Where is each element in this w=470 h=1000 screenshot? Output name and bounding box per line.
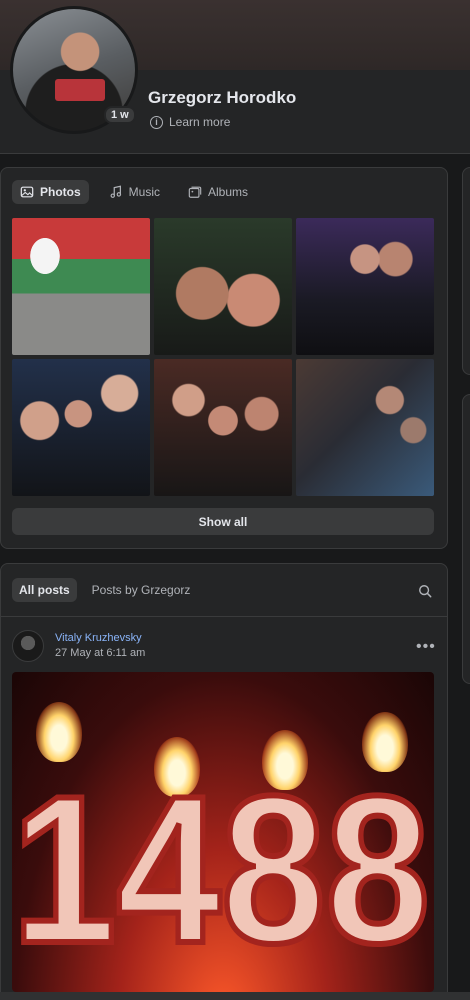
candle-flame <box>36 702 82 762</box>
post-author-avatar[interactable] <box>12 630 44 662</box>
photos-tabs: Photos Music Albums <box>12 180 256 204</box>
learn-more-label: Learn more <box>169 115 231 129</box>
tab-posts-by-owner[interactable]: Posts by Grzegorz <box>85 578 198 602</box>
number-candles: 1488 <box>12 762 433 990</box>
candle-numerals: 1488 <box>12 762 430 987</box>
profile-name[interactable]: Grzegorz Horodko <box>148 88 296 108</box>
post-image[interactable]: 1488 <box>12 672 434 992</box>
tab-photos[interactable]: Photos <box>12 180 89 204</box>
learn-more-link[interactable]: i Learn more <box>150 115 230 129</box>
right-rail-card <box>462 167 470 375</box>
post-timestamp[interactable]: 27 May at 6:11 am <box>55 647 145 659</box>
search-icon[interactable] <box>418 584 432 598</box>
tab-label: Photos <box>40 185 81 199</box>
presence-badge: 1 w <box>104 106 136 124</box>
tab-all-posts[interactable]: All posts <box>12 578 77 602</box>
photo-thumbnail[interactable] <box>154 218 292 355</box>
albums-icon <box>188 186 202 198</box>
tab-label: Albums <box>208 185 249 199</box>
right-rail-card <box>462 394 470 684</box>
tab-albums[interactable]: Albums <box>180 180 256 204</box>
divider <box>1 616 447 617</box>
photo-thumbnail[interactable] <box>296 359 434 496</box>
photo-icon <box>20 186 34 198</box>
more-options-icon[interactable]: ••• <box>416 638 436 656</box>
music-note-icon <box>110 185 121 198</box>
post-author-name[interactable]: Vitaly Kruzhevsky <box>55 632 142 644</box>
posts-card: All posts Posts by Grzegorz Vitaly Kruzh… <box>0 563 448 1000</box>
photo-grid <box>12 218 434 496</box>
show-all-button[interactable]: Show all <box>12 508 434 535</box>
photo-thumbnail[interactable] <box>12 218 150 355</box>
posts-tabs: All posts Posts by Grzegorz <box>12 578 197 602</box>
photo-thumbnail[interactable] <box>296 218 434 355</box>
tab-label: Music <box>128 185 161 199</box>
photos-card: Photos Music Albums Show all <box>0 167 448 549</box>
photo-thumbnail[interactable] <box>12 359 150 496</box>
tab-music[interactable]: Music <box>101 180 168 204</box>
bottom-bar <box>0 992 470 1000</box>
photo-thumbnail[interactable] <box>154 359 292 496</box>
avatar-shirt-graphic <box>55 79 105 101</box>
info-icon: i <box>150 115 163 129</box>
